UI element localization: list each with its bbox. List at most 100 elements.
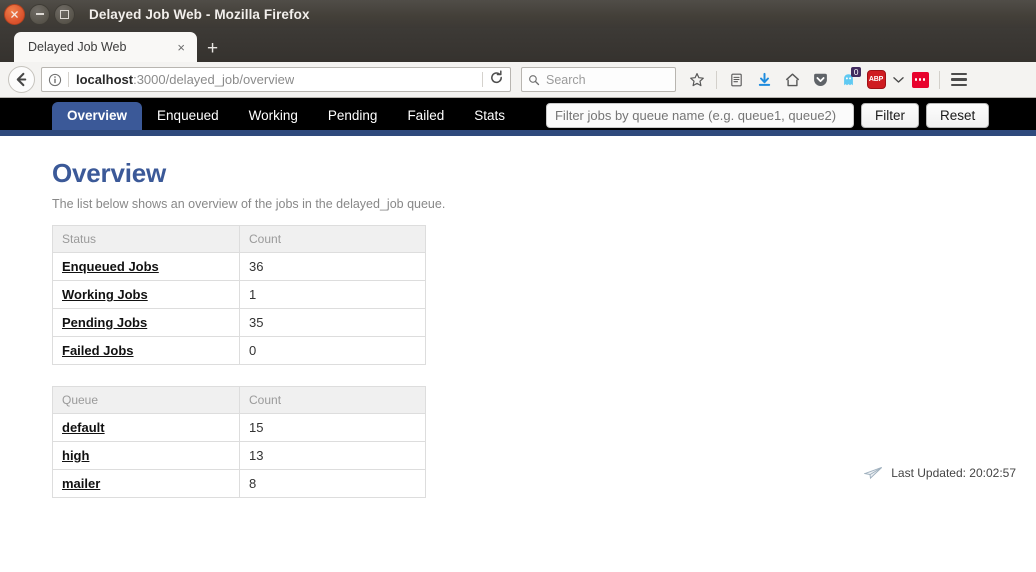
queue-cell-count: 15 [239,413,426,442]
new-tab-button[interactable]: + [197,39,228,62]
queue-table-header-count: Count [239,386,426,414]
library-button[interactable] [723,67,749,93]
browser-search-box[interactable]: Search [521,67,676,92]
queue-table-header-queue: Queue [52,386,240,414]
link-working-jobs[interactable]: Working Jobs [62,287,148,302]
reload-divider [482,72,483,87]
status-table: Status Count Enqueued Jobs 36 Working Jo… [52,225,426,365]
maximize-window-button[interactable] [54,3,75,25]
browser-tab-label: Delayed Job Web [28,40,127,54]
status-cell-label: Failed Jobs [52,336,240,365]
bookmark-star-button[interactable] [684,67,710,93]
toolbar-divider-2 [939,70,940,89]
status-table-header-row: Status Count [52,225,426,253]
tab-failed[interactable]: Failed [392,102,459,131]
minimize-icon [35,13,44,15]
browser-toolbar: localhost:3000/delayed_job/overview Sear… [0,62,1036,98]
tab-overview[interactable]: Overview [52,101,143,130]
app-navbar-inner: Overview Enqueued Working Pending Failed… [52,101,1024,131]
browser-tabstrip: Delayed Job Web × + [0,28,1036,62]
queue-table: Queue Count default 15 high 13 mailer 8 [52,386,426,498]
lastpass-icon [911,71,929,88]
library-icon [730,73,742,86]
chevron-down-icon [892,76,904,83]
back-button[interactable] [8,66,35,93]
table-row: mailer 8 [52,469,426,498]
download-arrow-icon [758,72,770,86]
queue-cell-count: 8 [239,469,426,498]
link-pending-jobs[interactable]: Pending Jobs [62,315,147,330]
browser-toolbar-buttons: 0 ABP [684,66,972,93]
site-info-icon[interactable] [48,73,62,87]
last-updated: Last Updated: 20:02:57 [864,466,1016,480]
downloads-button[interactable] [751,67,777,93]
link-queue-mailer[interactable]: mailer [62,476,100,491]
page-content: Overview Enqueued Working Pending Failed… [0,98,1036,572]
close-tab-icon[interactable]: × [171,41,191,54]
window-controls [0,3,75,25]
filter-controls: Filter Reset [545,103,990,130]
link-queue-default[interactable]: default [62,420,105,435]
reset-button[interactable]: Reset [925,103,990,128]
last-updated-text: Last Updated: 20:02:57 [891,466,1016,480]
queue-filter-input[interactable] [545,103,854,128]
status-table-header-count: Count [239,225,426,253]
table-row: high 13 [52,441,426,470]
window-title: Delayed Job Web - Mozilla Firefox [89,6,310,22]
tab-pending[interactable]: Pending [313,102,393,131]
queue-cell-count: 13 [239,441,426,470]
filter-button[interactable]: Filter [860,103,919,128]
status-cell-count: 36 [239,252,426,281]
ghostery-badge: 0 [851,66,861,77]
star-icon [690,72,704,86]
table-row: default 15 [52,413,426,442]
menu-button[interactable] [946,67,972,93]
table-row: Pending Jobs 35 [52,308,426,337]
browser-search-placeholder: Search [546,72,586,87]
browser-tab-active[interactable]: Delayed Job Web × [14,32,197,62]
home-button[interactable] [779,67,805,93]
queue-cell-label: default [52,413,240,442]
table-row: Failed Jobs 0 [52,336,426,365]
status-cell-count: 1 [239,280,426,309]
status-cell-count: 0 [239,336,426,365]
status-cell-count: 35 [239,308,426,337]
minimize-window-button[interactable] [29,3,50,25]
queue-cell-label: high [52,441,240,470]
url-host: localhost [76,72,134,87]
adblock-plus-button[interactable]: ABP [863,67,889,93]
queue-cell-label: mailer [52,469,240,498]
reload-icon [491,69,502,83]
page-description: The list below shows an overview of the … [52,197,446,211]
ghostery-button[interactable]: 0 [835,66,861,93]
back-arrow-icon [16,72,27,87]
queue-table-header-row: Queue Count [52,386,426,414]
browser-window: Delayed Job Web - Mozilla Firefox Delaye… [0,0,1036,572]
page-title: Overview [52,158,167,188]
status-cell-label: Pending Jobs [52,308,240,337]
overflow-chevron-button[interactable] [891,67,905,93]
url-bar[interactable]: localhost:3000/delayed_job/overview [41,67,511,92]
status-table-header-status: Status [52,225,240,253]
link-queue-high[interactable]: high [62,448,89,463]
reload-button[interactable] [489,69,504,90]
status-cell-label: Enqueued Jobs [52,252,240,281]
search-icon [529,74,540,85]
tab-working[interactable]: Working [234,102,313,131]
url-divider [68,72,69,87]
paper-plane-icon [864,467,883,480]
close-icon [11,10,18,18]
pocket-button[interactable] [807,67,833,93]
adblock-plus-icon: ABP [866,70,886,89]
app-navbar: Overview Enqueued Working Pending Failed… [0,98,1036,136]
reload-wrap [476,69,504,90]
tab-enqueued[interactable]: Enqueued [142,102,234,131]
link-failed-jobs[interactable]: Failed Jobs [62,343,134,358]
tab-stats[interactable]: Stats [459,102,520,131]
lastpass-button[interactable] [907,67,933,93]
pocket-icon [813,73,827,86]
close-window-button[interactable] [4,3,25,25]
window-titlebar: Delayed Job Web - Mozilla Firefox [0,0,1036,28]
home-icon [785,73,799,86]
link-enqueued-jobs[interactable]: Enqueued Jobs [62,259,159,274]
